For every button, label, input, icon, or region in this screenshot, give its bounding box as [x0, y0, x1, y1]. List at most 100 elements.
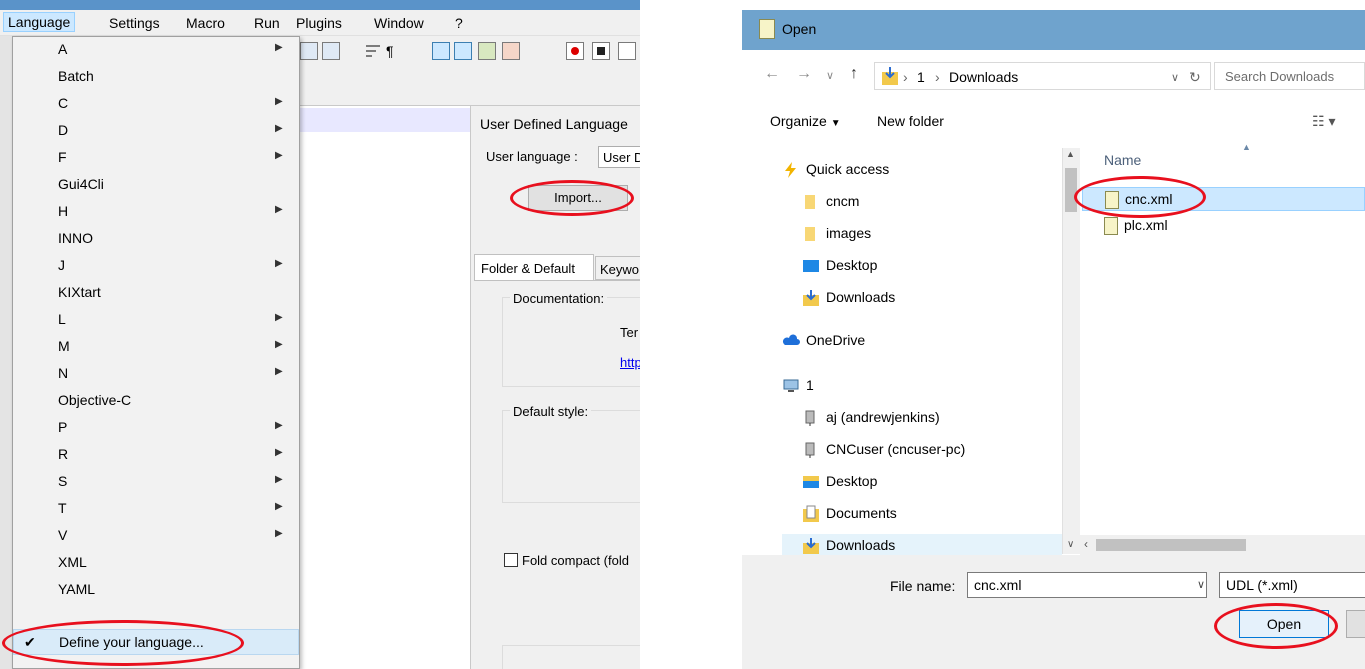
search-input[interactable]: Search Downloads	[1225, 69, 1334, 84]
menu-plugins[interactable]: Plugins	[296, 15, 342, 31]
folder-icon	[802, 225, 820, 241]
up-arrow-icon[interactable]: ↑	[850, 65, 858, 83]
file-name-input[interactable]: cnc.xml	[967, 572, 1207, 598]
menu-window[interactable]: Window	[374, 15, 424, 31]
nav-item-label: Quick access	[806, 161, 890, 177]
menu-item-v[interactable]: V ▶	[13, 523, 299, 549]
documentation-link[interactable]: http	[620, 355, 640, 370]
highlight-oval-open	[1214, 603, 1338, 649]
menu-item-label: L	[58, 311, 66, 327]
menu-run[interactable]: Run	[254, 15, 280, 31]
organize-label: Organize	[770, 113, 827, 129]
playback-icon[interactable]	[618, 42, 636, 60]
submenu-arrow-icon: ▶	[275, 339, 283, 350]
menu-settings[interactable]: Settings	[109, 15, 160, 31]
menu-item-label: D	[58, 122, 69, 138]
desktop-icon	[802, 257, 820, 273]
record-icon[interactable]	[566, 42, 584, 60]
dropdown-caret-icon: ▼	[830, 118, 841, 129]
scroll-up-icon[interactable]: ▲	[1066, 149, 1075, 159]
menu-item-m[interactable]: M ▶	[13, 334, 299, 360]
menu-item-yaml[interactable]: YAML	[13, 577, 299, 603]
menu-item-n[interactable]: N ▶	[13, 361, 299, 387]
menu-item-j[interactable]: J ▶	[13, 253, 299, 279]
menu-item-label: S	[58, 473, 68, 489]
menu-item-f[interactable]: F ▶	[13, 145, 299, 171]
file-type-select[interactable]: UDL (*.xml)	[1219, 572, 1365, 598]
menu-item-batch[interactable]: Batch	[13, 64, 299, 90]
menu-item-s[interactable]: S ▶	[13, 469, 299, 495]
menu-item-kixtart[interactable]: KIXtart	[13, 280, 299, 306]
downloads-icon	[881, 66, 899, 86]
documentation-group	[502, 297, 640, 387]
dialog-title: Open	[782, 21, 817, 37]
downloads-icon	[802, 289, 820, 306]
menu-help[interactable]: ?	[455, 15, 463, 31]
save-all-icon[interactable]	[322, 42, 340, 60]
submenu-arrow-icon: ▶	[275, 366, 283, 377]
fold-compact-checkbox[interactable]	[504, 553, 518, 567]
nav-item-label: Downloads	[826, 289, 896, 305]
wrap-icon[interactable]	[364, 42, 382, 60]
chevron-right-icon: ›	[935, 69, 940, 85]
save-icon[interactable]	[300, 42, 318, 60]
new-folder-button[interactable]: New folder	[877, 113, 944, 129]
documentation-text: Ter	[620, 325, 639, 340]
organize-button[interactable]: Organize ▼	[770, 113, 841, 129]
navigation-pane: Quick access cncm images Desktop Downloa…	[742, 148, 1062, 560]
indent-guide-icon[interactable]	[432, 42, 450, 60]
view-options-icon[interactable]: ☷ ▾	[1312, 113, 1335, 130]
menu-item-xml[interactable]: XML	[13, 550, 299, 576]
menu-item-d[interactable]: D ▶	[13, 118, 299, 144]
menu-item-l[interactable]: L ▶	[13, 307, 299, 333]
udl-icon[interactable]	[454, 42, 472, 60]
file-row-plc[interactable]: plc.xml	[1082, 214, 1365, 238]
tab-keywords[interactable]: Keywo	[595, 256, 640, 280]
tab-folder-default[interactable]: Folder & Default	[474, 254, 594, 280]
menu-item-label: Batch	[58, 68, 94, 84]
menu-item-label: Objective-C	[58, 392, 132, 408]
toolbar: ¶	[298, 36, 640, 66]
styler-group	[502, 645, 640, 669]
nav-item-label: 1	[806, 377, 814, 393]
menu-item-c[interactable]: C ▶	[13, 91, 299, 117]
cancel-button[interactable]	[1346, 610, 1365, 638]
search-box[interactable]: Search Downloads	[1214, 62, 1365, 90]
menu-item-r[interactable]: R ▶	[13, 442, 299, 468]
menu-macro[interactable]: Macro	[186, 15, 225, 31]
file-list-hscroll-thumb[interactable]	[1096, 539, 1246, 551]
menu-item-label: YAML	[58, 581, 96, 597]
stop-icon[interactable]	[592, 42, 610, 60]
recent-chevron-icon[interactable]: ∨	[826, 69, 834, 82]
menu-item-p[interactable]: P ▶	[13, 415, 299, 441]
menu-item-inno[interactable]: INNO	[13, 226, 299, 252]
menu-item-label: KIXtart	[58, 284, 101, 300]
user-language-select[interactable]: User D	[598, 146, 640, 168]
menu-item-gui4cli[interactable]: Gui4Cli	[13, 172, 299, 198]
breadcrumb-item-downloads[interactable]: Downloads	[949, 69, 1018, 85]
menu-item-objective-c[interactable]: Objective-C	[13, 388, 299, 414]
file-name-dropdown-icon[interactable]: ∨	[1197, 578, 1205, 591]
pilcrow-icon[interactable]: ¶	[386, 42, 404, 60]
doc-map-icon[interactable]	[478, 42, 496, 60]
back-arrow-icon[interactable]: ←	[764, 65, 780, 83]
column-header-name[interactable]: Name	[1104, 152, 1141, 168]
menu-item-h[interactable]: H ▶	[13, 199, 299, 225]
collapse-chevron-icon[interactable]: ∨	[1067, 539, 1074, 550]
menu-item-t[interactable]: T ▶	[13, 496, 299, 522]
nav-item-label: CNCuser (cncuser-pc)	[826, 441, 966, 457]
scroll-left-icon[interactable]: ‹	[1084, 537, 1088, 551]
forward-arrow-icon[interactable]: →	[796, 65, 812, 83]
breadcrumb-item-1[interactable]: 1	[917, 69, 925, 85]
menu-language[interactable]: Language	[3, 12, 76, 32]
breadcrumb[interactable]: › 1 › Downloads ∨ ↻	[874, 62, 1211, 90]
computer-icon	[782, 377, 800, 393]
xml-file-icon	[1104, 217, 1118, 235]
notepadpp-window: Language Settings Macro Run Plugins Wind…	[0, 0, 640, 669]
chevron-down-icon[interactable]: ∨	[1171, 71, 1179, 84]
nav-pane-scroll-thumb[interactable]	[1065, 168, 1077, 212]
highlight-oval-import	[510, 180, 634, 216]
menu-item-a[interactable]: A ▶	[13, 37, 299, 63]
function-list-icon[interactable]	[502, 42, 520, 60]
refresh-icon[interactable]: ↻	[1189, 69, 1201, 86]
